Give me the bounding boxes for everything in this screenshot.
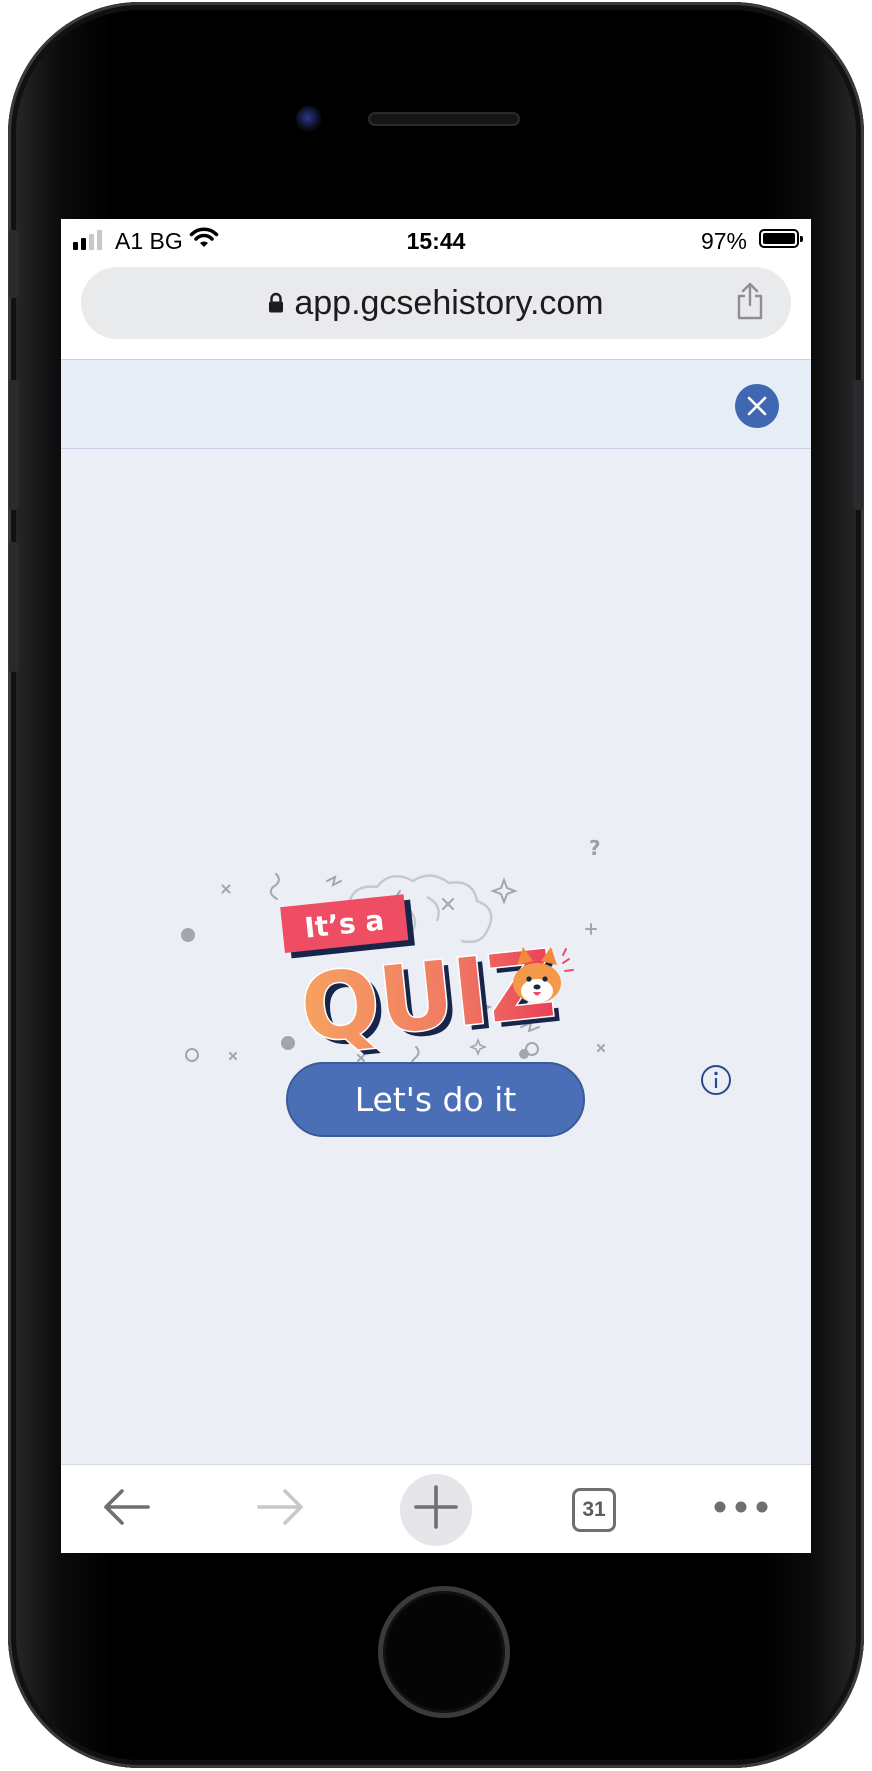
more-icon <box>713 1500 769 1519</box>
clock: 15:44 <box>406 228 466 254</box>
quiz-illustration: ? ? It’s a <box>181 836 605 1069</box>
plus-icon <box>414 1485 458 1534</box>
info-icon[interactable] <box>700 1064 732 1101</box>
battery-percent: 97% <box>700 228 747 254</box>
browser-address-area: app.gcsehistory.com <box>61 259 811 360</box>
status-bar: A1 BG 15:44 97% <box>61 219 811 259</box>
browser-toolbar: 31 <box>61 1464 811 1553</box>
tabs-icon: 31 <box>572 1487 616 1532</box>
svg-text:?: ? <box>589 836 601 860</box>
lock-icon <box>268 284 284 323</box>
more-menu-button[interactable] <box>701 1465 781 1553</box>
close-icon[interactable] <box>735 384 779 428</box>
power-button <box>853 380 863 510</box>
earpiece-speaker <box>368 112 520 126</box>
quiz-intro-panel: ? ? It’s a <box>61 449 811 1464</box>
battery-icon <box>759 229 803 248</box>
mute-switch <box>9 230 19 298</box>
volume-down-button <box>9 542 19 672</box>
lets-do-it-button[interactable]: Let's do it <box>286 1062 585 1137</box>
volume-up-button <box>9 380 19 510</box>
back-arrow-icon <box>100 1487 152 1532</box>
share-icon[interactable] <box>735 281 765 330</box>
new-tab-button[interactable] <box>400 1465 472 1553</box>
forward-button[interactable] <box>246 1465 316 1553</box>
back-button[interactable] <box>91 1465 161 1553</box>
forward-arrow-icon <box>255 1487 307 1532</box>
tab-count: 31 <box>582 1497 606 1521</box>
url-text: app.gcsehistory.com <box>294 283 604 322</box>
top-banner <box>61 360 811 449</box>
screen: A1 BG 15:44 97% app.gcsehistory.com ? It… <box>61 219 811 1553</box>
front-camera <box>296 106 322 132</box>
home-button[interactable] <box>378 1586 510 1718</box>
address-bar[interactable]: app.gcsehistory.com <box>81 267 791 339</box>
tabs-button[interactable]: 31 <box>564 1465 624 1553</box>
